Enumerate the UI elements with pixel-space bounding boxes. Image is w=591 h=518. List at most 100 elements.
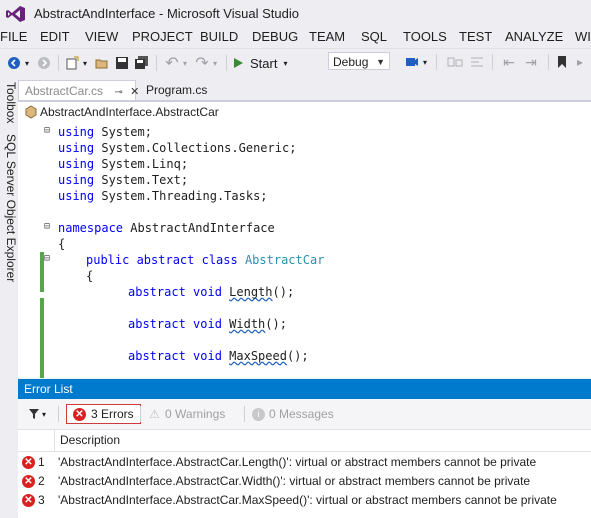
navigate-back-icon[interactable]: ⇤: [500, 52, 518, 72]
error-number: 3: [38, 493, 45, 507]
tab-label: AbstractCar.cs: [25, 84, 104, 98]
menu-build[interactable]: BUILD: [200, 29, 238, 44]
close-icon[interactable]: ✕: [130, 86, 139, 98]
table-row[interactable]: ✕ 1 'AbstractAndInterface.AbstractCar.Le…: [18, 453, 591, 472]
keyword: public abstract class: [86, 253, 238, 267]
menu-view[interactable]: VIEW: [85, 29, 118, 44]
collapse-icon[interactable]: ⊟: [44, 221, 50, 232]
menu-edit[interactable]: EDIT: [40, 29, 70, 44]
error-description: 'AbstractAndInterface.AbstractCar.Length…: [58, 455, 537, 469]
undo-icon[interactable]: ↶: [164, 53, 180, 73]
change-indicator-bar: [40, 252, 44, 292]
filter-icon[interactable]: ▾: [28, 404, 46, 424]
menu-analyze[interactable]: ANALYZE: [505, 29, 563, 44]
tab-program-cs[interactable]: Program.cs: [140, 80, 220, 100]
code-text: System.Linq;: [94, 157, 189, 171]
save-all-icon[interactable]: [134, 53, 150, 73]
toolbar-separator: [58, 406, 59, 422]
code-text: System.Threading.Tasks;: [94, 189, 268, 203]
info-icon: i: [252, 407, 265, 421]
menu-team[interactable]: TEAM: [309, 29, 345, 44]
solution-configuration-select[interactable]: Debug ▼: [328, 52, 390, 70]
code-line: using System.Linq;: [58, 156, 188, 172]
code-editor[interactable]: ⊟ ⊟ ⊟ using System; using System.Collect…: [18, 122, 591, 378]
align-icon[interactable]: [446, 52, 464, 72]
keyword: using: [58, 189, 95, 203]
errors-filter-button[interactable]: ✕ 3 Errors: [66, 404, 141, 424]
save-icon[interactable]: [114, 53, 130, 73]
sql-server-object-explorer-tab[interactable]: SQL Server Object Explorer: [0, 134, 18, 282]
warnings-filter-button[interactable]: ⚠ 0 Warnings: [148, 404, 225, 424]
table-row[interactable]: ✕ 2 'AbstractAndInterface.AbstractCar.Wi…: [18, 472, 591, 491]
menu-project[interactable]: PROJECT: [132, 29, 193, 44]
code-line: public abstract class AbstractCar: [86, 252, 324, 268]
menu-tools[interactable]: TOOLS: [403, 29, 447, 44]
redo-icon[interactable]: ↷: [194, 53, 210, 73]
code-line: using System;: [58, 124, 152, 140]
tab-abstractcar-cs[interactable]: AbstractCar.cs ⊸ ✕: [18, 80, 139, 100]
description-column-header[interactable]: Description: [60, 433, 120, 447]
title-bar: AbstractAndInterface - Microsoft Visual …: [0, 0, 591, 27]
code-text: System;: [94, 125, 152, 139]
start-debugging-button[interactable]: Start ▾: [232, 53, 296, 73]
back-icon[interactable]: [6, 53, 22, 73]
attach-dropdown-icon[interactable]: ▾: [420, 52, 430, 72]
code-line: {: [86, 268, 93, 284]
undo-dropdown-icon[interactable]: ▾: [180, 53, 190, 73]
filter-dropdown-icon[interactable]: ▾: [42, 410, 46, 419]
menu-test[interactable]: TEST: [459, 29, 492, 44]
column-divider[interactable]: [54, 429, 55, 451]
navigate-forward-icon[interactable]: ⇥: [522, 52, 540, 72]
keyword: abstract void: [128, 285, 222, 299]
start-dropdown-icon[interactable]: ▾: [283, 59, 287, 68]
back-dropdown-icon[interactable]: ▾: [22, 53, 32, 73]
format-icon[interactable]: [468, 52, 486, 72]
navigation-bar[interactable]: AbstractAndInterface.AbstractCar: [18, 102, 591, 123]
keyword: abstract void: [128, 317, 222, 331]
collapse-icon[interactable]: ⊟: [44, 253, 50, 264]
code-text: {: [86, 269, 94, 283]
messages-filter-button[interactable]: i 0 Messages: [252, 404, 334, 424]
new-project-dropdown-icon[interactable]: ▾: [80, 53, 90, 73]
code-text: System.Text;: [94, 173, 189, 187]
forward-icon[interactable]: [36, 53, 52, 73]
code-line: {: [58, 236, 65, 252]
class-icon: [25, 105, 37, 119]
play-icon: [234, 58, 243, 68]
error-list-title: Error List: [18, 379, 591, 399]
pin-icon[interactable]: ⊸: [114, 87, 122, 98]
error-icon: ✕: [73, 407, 86, 421]
error-squiggle[interactable]: Length: [229, 285, 272, 299]
error-icon: ✕: [22, 456, 35, 469]
error-number: 1: [38, 455, 45, 469]
toolbar-separator: [492, 54, 493, 70]
menu-window[interactable]: WI: [575, 29, 591, 44]
keyword: using: [58, 141, 95, 155]
bookmark-icon[interactable]: [556, 52, 568, 72]
error-description: 'AbstractAndInterface.AbstractCar.MaxSpe…: [58, 493, 557, 507]
namespace-name: AbstractAndInterface: [123, 221, 275, 235]
attach-process-icon[interactable]: [404, 52, 420, 72]
open-file-icon[interactable]: [94, 53, 110, 73]
keyword: using: [58, 125, 95, 139]
error-squiggle[interactable]: MaxSpeed: [229, 349, 287, 363]
toolbox-tab[interactable]: Toolbox: [0, 82, 18, 123]
warning-icon: ⚠: [149, 406, 160, 421]
menu-debug[interactable]: DEBUG: [252, 29, 298, 44]
overflow-icon[interactable]: ▸: [574, 52, 586, 72]
collapse-icon[interactable]: ⊟: [44, 125, 50, 136]
new-project-icon[interactable]: [64, 53, 80, 73]
table-row[interactable]: ✕ 3 'AbstractAndInterface.AbstractCar.Ma…: [18, 491, 591, 510]
error-squiggle[interactable]: Width: [229, 317, 265, 331]
redo-dropdown-icon[interactable]: ▾: [210, 53, 220, 73]
menu-sql[interactable]: SQL: [361, 29, 387, 44]
code-line: namespace AbstractAndInterface: [58, 220, 275, 236]
toolbar-separator: [436, 54, 437, 70]
code-line: abstract void Length();: [128, 284, 294, 300]
class-name: AbstractCar: [244, 253, 325, 267]
debug-toolbar: ▾ ⇤ ⇥ ▸: [396, 48, 591, 76]
menu-file[interactable]: FILE: [0, 29, 27, 44]
error-list-column-header: Description: [18, 429, 591, 452]
side-tool-strip: Toolbox SQL Server Object Explorer: [0, 78, 18, 518]
code-text: ();: [272, 285, 295, 299]
